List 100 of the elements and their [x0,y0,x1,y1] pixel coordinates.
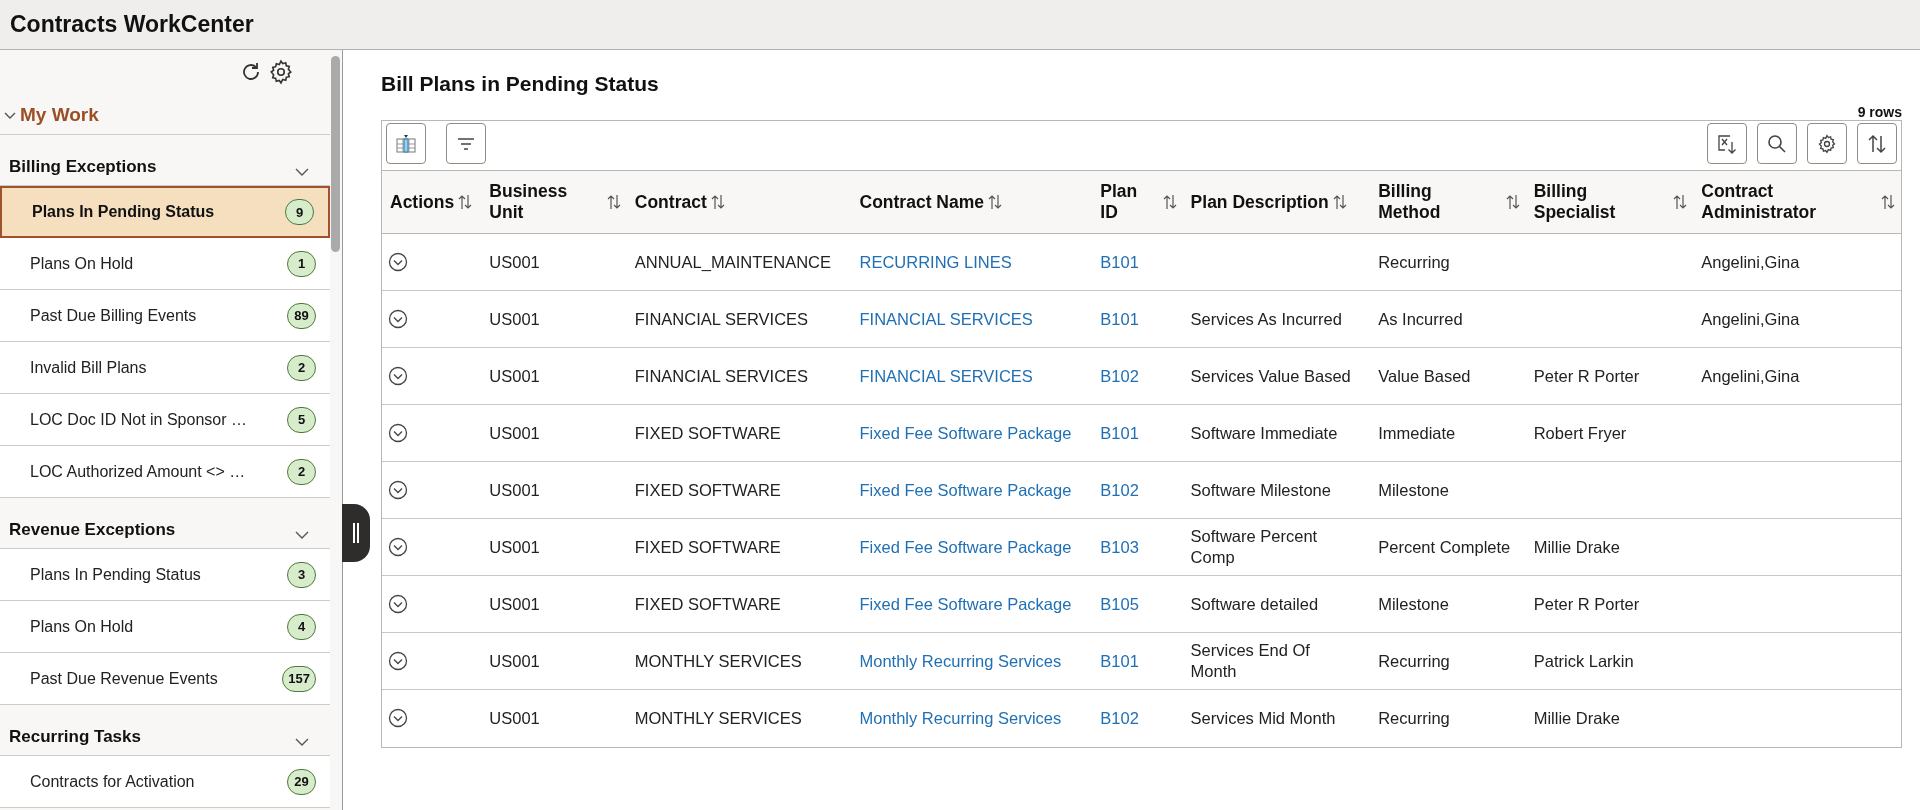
table-cell: US001 [489,537,540,556]
table-cell: Services Mid Month [1190,708,1336,727]
sort-icon[interactable] [458,194,473,210]
sort-icon[interactable] [988,194,1002,210]
count-badge: 5 [287,406,316,433]
sidebar-item[interactable]: Plans In Pending Status 9 [0,186,330,238]
count-badge: 2 [287,354,316,381]
count-badge: 4 [287,613,316,640]
column-header: Contract Name [859,191,984,213]
table-cell: FINANCIAL SERVICES [634,309,809,328]
row-count: 9 rows [1857,104,1902,120]
table-link[interactable]: B105 [1100,594,1139,613]
table-cell: Recurring [1378,252,1450,271]
search-icon[interactable] [1757,123,1797,164]
column-header: Plan ID [1100,181,1139,223]
sort-icon[interactable] [1332,194,1347,210]
table-link[interactable]: B101 [1100,651,1139,670]
export-spreadsheet-icon[interactable] [1707,123,1747,164]
sidebar-item[interactable]: LOC Doc ID Not in Sponsor … 5 [0,394,330,446]
table-link[interactable]: Fixed Fee Software Package [859,423,1072,442]
sort-icon[interactable] [710,194,725,210]
row-actions-button[interactable] [388,423,408,443]
chevron-down-icon[interactable] [294,530,310,540]
table-link[interactable]: B101 [1100,309,1139,328]
column-header: Contract Administrator [1701,181,1817,223]
sidebar-item[interactable]: Past Due Billing Events 89 [0,290,330,342]
refresh-icon[interactable] [240,61,262,83]
row-actions-button[interactable] [388,708,408,729]
table-cell: Peter R Porter [1533,366,1640,385]
table-cell: FIXED SOFTWARE [634,480,781,499]
table-link[interactable]: FINANCIAL SERVICES [859,309,1033,328]
table-cell: Millie Drake [1533,708,1620,727]
table-link[interactable]: Fixed Fee Software Package [859,480,1072,499]
table-cell: ANNUAL_MAINTENANCE [634,252,831,271]
table-link[interactable]: RECURRING LINES [859,252,1012,271]
filter-icon[interactable] [446,123,486,164]
row-actions-button[interactable] [388,537,408,557]
chevron-down-icon[interactable] [294,167,310,177]
count-badge: 9 [285,199,314,225]
table-cell: Software Milestone [1190,480,1331,499]
table-link[interactable]: Monthly Recurring Services [859,708,1062,727]
settings-icon[interactable] [1807,123,1847,164]
row-actions-button[interactable] [388,366,408,386]
table-cell: Milestone [1378,480,1449,499]
table-cell: Peter R Porter [1533,594,1640,613]
sidebar-item[interactable]: Invalid Bill Plans 2 [0,342,330,394]
sort-icon[interactable] [606,194,621,210]
table-link[interactable]: B101 [1100,423,1139,442]
sidebar-item[interactable]: Plans In Pending Status 3 [0,549,330,601]
sidebar-item[interactable]: Past Due Revenue Events 157 [0,653,330,705]
group-title: Revenue Exceptions [9,520,176,540]
row-actions-button[interactable] [388,252,408,272]
column-header: Business Unit [489,181,569,223]
sort-icon[interactable] [1505,194,1520,210]
scrollbar-thumb[interactable] [331,56,340,252]
sidebar-item[interactable]: Contracts for Activation 29 [0,756,330,808]
sort-icon[interactable] [1162,194,1177,210]
count-badge: 3 [287,561,316,588]
column-header: Plan Description [1190,191,1329,213]
table-link[interactable]: Monthly Recurring Services [859,651,1062,670]
settings-icon[interactable] [268,59,294,85]
table-cell: Value Based [1378,366,1471,385]
table-cell: US001 [489,423,540,442]
sort-icon[interactable] [1881,194,1895,210]
table-cell: As Incurred [1378,309,1463,328]
row-actions-button[interactable] [388,480,408,500]
table-cell: MONTHLY SERVICES [634,708,802,727]
sort-icon[interactable] [1857,123,1897,164]
collapse-handle[interactable] [342,504,370,562]
table-cell: Recurring [1378,651,1450,670]
count-badge: 1 [287,250,316,277]
column-chooser-icon[interactable] [386,123,426,164]
table-link[interactable]: B101 [1100,252,1139,271]
column-header: Billing Specialist [1533,181,1617,223]
row-actions-button[interactable] [388,651,408,671]
group-title: Recurring Tasks [9,727,141,747]
table-link[interactable]: Fixed Fee Software Package [859,537,1072,556]
table-cell: FIXED SOFTWARE [634,594,781,613]
chevron-down-icon[interactable] [294,737,310,747]
row-actions-button[interactable] [388,594,408,614]
table-link[interactable]: B102 [1100,480,1139,499]
table-link[interactable]: FINANCIAL SERVICES [859,366,1033,385]
column-header: Actions [390,191,455,213]
table-link[interactable]: B103 [1100,537,1139,556]
table-link[interactable]: B102 [1100,366,1139,385]
table-cell: Services Value Based [1190,366,1351,385]
my-work-section-toggle[interactable]: My Work [0,90,330,135]
sidebar-item[interactable]: LOC Authorized Amount <> … 2 [0,446,330,498]
sidebar-item[interactable]: Plans On Hold 1 [0,238,330,290]
table-cell: Milestone [1378,594,1449,613]
table-cell: Millie Drake [1533,537,1620,556]
table-link[interactable]: B102 [1100,708,1139,727]
count-badge: 2 [287,458,316,485]
row-actions-button[interactable] [388,309,408,329]
app-title: Contracts WorkCenter [10,11,254,38]
sort-icon[interactable] [1673,194,1688,210]
table-link[interactable]: Fixed Fee Software Package [859,594,1072,613]
column-header: Billing Method [1378,181,1442,223]
sidebar-item[interactable]: Plans On Hold 4 [0,601,330,653]
table-cell: Software Immediate [1190,423,1338,442]
